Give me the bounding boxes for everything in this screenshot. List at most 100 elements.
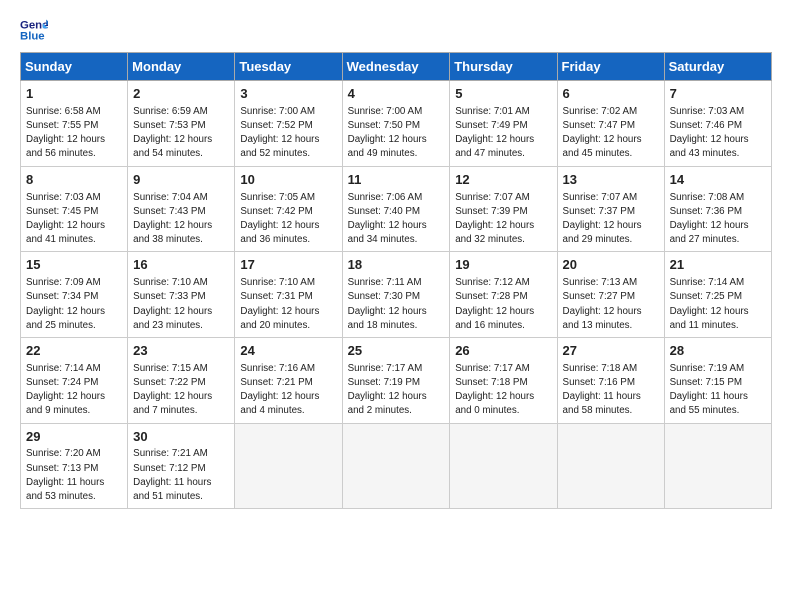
page-container: General Blue SundayMondayTuesdayWednesda… xyxy=(0,0,792,519)
day-info: Sunrise: 7:00 AM Sunset: 7:52 PM Dayligh… xyxy=(240,105,336,162)
day-info: Sunrise: 7:10 AM Sunset: 7:31 PM Dayligh… xyxy=(240,276,336,333)
calendar-cell: 3Sunrise: 7:00 AM Sunset: 7:52 PM Daylig… xyxy=(235,81,342,167)
calendar-week-row: 15Sunrise: 7:09 AM Sunset: 7:34 PM Dayli… xyxy=(21,252,772,338)
svg-text:Blue: Blue xyxy=(20,31,45,43)
weekday-header-thursday: Thursday xyxy=(450,53,557,81)
day-number: 17 xyxy=(240,256,336,275)
day-info: Sunrise: 7:07 AM Sunset: 7:39 PM Dayligh… xyxy=(455,191,551,248)
calendar-cell: 15Sunrise: 7:09 AM Sunset: 7:34 PM Dayli… xyxy=(21,252,128,338)
day-number: 2 xyxy=(133,85,229,104)
day-number: 7 xyxy=(670,85,766,104)
day-info: Sunrise: 7:05 AM Sunset: 7:42 PM Dayligh… xyxy=(240,191,336,248)
weekday-header-monday: Monday xyxy=(128,53,235,81)
day-info: Sunrise: 7:03 AM Sunset: 7:46 PM Dayligh… xyxy=(670,105,766,162)
calendar-cell: 9Sunrise: 7:04 AM Sunset: 7:43 PM Daylig… xyxy=(128,166,235,252)
weekday-header-row: SundayMondayTuesdayWednesdayThursdayFrid… xyxy=(21,53,772,81)
calendar-cell xyxy=(342,423,450,509)
day-number: 30 xyxy=(133,428,229,447)
day-info: Sunrise: 7:07 AM Sunset: 7:37 PM Dayligh… xyxy=(563,191,659,248)
logo: General Blue xyxy=(20,16,54,44)
calendar-cell: 2Sunrise: 6:59 AM Sunset: 7:53 PM Daylig… xyxy=(128,81,235,167)
calendar-week-row: 22Sunrise: 7:14 AM Sunset: 7:24 PM Dayli… xyxy=(21,337,772,423)
calendar-cell: 24Sunrise: 7:16 AM Sunset: 7:21 PM Dayli… xyxy=(235,337,342,423)
calendar-cell: 13Sunrise: 7:07 AM Sunset: 7:37 PM Dayli… xyxy=(557,166,664,252)
day-number: 8 xyxy=(26,171,122,190)
calendar-cell: 8Sunrise: 7:03 AM Sunset: 7:45 PM Daylig… xyxy=(21,166,128,252)
calendar-cell: 1Sunrise: 6:58 AM Sunset: 7:55 PM Daylig… xyxy=(21,81,128,167)
day-info: Sunrise: 7:01 AM Sunset: 7:49 PM Dayligh… xyxy=(455,105,551,162)
day-info: Sunrise: 7:17 AM Sunset: 7:18 PM Dayligh… xyxy=(455,362,551,419)
day-info: Sunrise: 7:13 AM Sunset: 7:27 PM Dayligh… xyxy=(563,276,659,333)
day-info: Sunrise: 7:03 AM Sunset: 7:45 PM Dayligh… xyxy=(26,191,122,248)
day-info: Sunrise: 7:14 AM Sunset: 7:25 PM Dayligh… xyxy=(670,276,766,333)
day-number: 19 xyxy=(455,256,551,275)
day-number: 18 xyxy=(348,256,445,275)
day-number: 1 xyxy=(26,85,122,104)
calendar-cell: 18Sunrise: 7:11 AM Sunset: 7:30 PM Dayli… xyxy=(342,252,450,338)
day-info: Sunrise: 7:11 AM Sunset: 7:30 PM Dayligh… xyxy=(348,276,445,333)
calendar-cell: 10Sunrise: 7:05 AM Sunset: 7:42 PM Dayli… xyxy=(235,166,342,252)
calendar-cell: 19Sunrise: 7:12 AM Sunset: 7:28 PM Dayli… xyxy=(450,252,557,338)
day-info: Sunrise: 7:14 AM Sunset: 7:24 PM Dayligh… xyxy=(26,362,122,419)
weekday-header-sunday: Sunday xyxy=(21,53,128,81)
weekday-header-wednesday: Wednesday xyxy=(342,53,450,81)
calendar-cell: 22Sunrise: 7:14 AM Sunset: 7:24 PM Dayli… xyxy=(21,337,128,423)
calendar-cell: 21Sunrise: 7:14 AM Sunset: 7:25 PM Dayli… xyxy=(664,252,771,338)
calendar-cell: 5Sunrise: 7:01 AM Sunset: 7:49 PM Daylig… xyxy=(450,81,557,167)
calendar-cell: 20Sunrise: 7:13 AM Sunset: 7:27 PM Dayli… xyxy=(557,252,664,338)
calendar-cell: 17Sunrise: 7:10 AM Sunset: 7:31 PM Dayli… xyxy=(235,252,342,338)
day-info: Sunrise: 7:09 AM Sunset: 7:34 PM Dayligh… xyxy=(26,276,122,333)
day-number: 15 xyxy=(26,256,122,275)
day-number: 28 xyxy=(670,342,766,361)
day-info: Sunrise: 7:02 AM Sunset: 7:47 PM Dayligh… xyxy=(563,105,659,162)
day-number: 27 xyxy=(563,342,659,361)
calendar-cell: 16Sunrise: 7:10 AM Sunset: 7:33 PM Dayli… xyxy=(128,252,235,338)
header: General Blue xyxy=(20,16,772,44)
day-number: 21 xyxy=(670,256,766,275)
day-number: 16 xyxy=(133,256,229,275)
day-number: 6 xyxy=(563,85,659,104)
calendar-cell: 28Sunrise: 7:19 AM Sunset: 7:15 PM Dayli… xyxy=(664,337,771,423)
weekday-header-tuesday: Tuesday xyxy=(235,53,342,81)
day-number: 22 xyxy=(26,342,122,361)
calendar-cell: 26Sunrise: 7:17 AM Sunset: 7:18 PM Dayli… xyxy=(450,337,557,423)
calendar-cell: 7Sunrise: 7:03 AM Sunset: 7:46 PM Daylig… xyxy=(664,81,771,167)
calendar-cell: 30Sunrise: 7:21 AM Sunset: 7:12 PM Dayli… xyxy=(128,423,235,509)
day-info: Sunrise: 7:20 AM Sunset: 7:13 PM Dayligh… xyxy=(26,447,122,504)
day-number: 26 xyxy=(455,342,551,361)
calendar-cell: 27Sunrise: 7:18 AM Sunset: 7:16 PM Dayli… xyxy=(557,337,664,423)
calendar-cell: 12Sunrise: 7:07 AM Sunset: 7:39 PM Dayli… xyxy=(450,166,557,252)
day-info: Sunrise: 7:18 AM Sunset: 7:16 PM Dayligh… xyxy=(563,362,659,419)
day-number: 5 xyxy=(455,85,551,104)
day-number: 23 xyxy=(133,342,229,361)
day-number: 20 xyxy=(563,256,659,275)
day-info: Sunrise: 7:08 AM Sunset: 7:36 PM Dayligh… xyxy=(670,191,766,248)
day-number: 14 xyxy=(670,171,766,190)
calendar-body: 1Sunrise: 6:58 AM Sunset: 7:55 PM Daylig… xyxy=(21,81,772,509)
weekday-header-friday: Friday xyxy=(557,53,664,81)
calendar-cell xyxy=(557,423,664,509)
day-number: 12 xyxy=(455,171,551,190)
calendar-cell: 23Sunrise: 7:15 AM Sunset: 7:22 PM Dayli… xyxy=(128,337,235,423)
day-info: Sunrise: 7:19 AM Sunset: 7:15 PM Dayligh… xyxy=(670,362,766,419)
day-info: Sunrise: 7:10 AM Sunset: 7:33 PM Dayligh… xyxy=(133,276,229,333)
day-number: 11 xyxy=(348,171,445,190)
weekday-header-saturday: Saturday xyxy=(664,53,771,81)
day-info: Sunrise: 7:06 AM Sunset: 7:40 PM Dayligh… xyxy=(348,191,445,248)
day-info: Sunrise: 7:16 AM Sunset: 7:21 PM Dayligh… xyxy=(240,362,336,419)
day-info: Sunrise: 6:59 AM Sunset: 7:53 PM Dayligh… xyxy=(133,105,229,162)
calendar-cell: 29Sunrise: 7:20 AM Sunset: 7:13 PM Dayli… xyxy=(21,423,128,509)
day-number: 3 xyxy=(240,85,336,104)
calendar-cell xyxy=(664,423,771,509)
calendar-cell xyxy=(235,423,342,509)
day-number: 25 xyxy=(348,342,445,361)
day-info: Sunrise: 7:21 AM Sunset: 7:12 PM Dayligh… xyxy=(133,447,229,504)
day-info: Sunrise: 7:17 AM Sunset: 7:19 PM Dayligh… xyxy=(348,362,445,419)
calendar-week-row: 8Sunrise: 7:03 AM Sunset: 7:45 PM Daylig… xyxy=(21,166,772,252)
day-number: 24 xyxy=(240,342,336,361)
calendar-week-row: 1Sunrise: 6:58 AM Sunset: 7:55 PM Daylig… xyxy=(21,81,772,167)
calendar-cell: 14Sunrise: 7:08 AM Sunset: 7:36 PM Dayli… xyxy=(664,166,771,252)
calendar-week-row: 29Sunrise: 7:20 AM Sunset: 7:13 PM Dayli… xyxy=(21,423,772,509)
day-info: Sunrise: 7:15 AM Sunset: 7:22 PM Dayligh… xyxy=(133,362,229,419)
day-number: 13 xyxy=(563,171,659,190)
